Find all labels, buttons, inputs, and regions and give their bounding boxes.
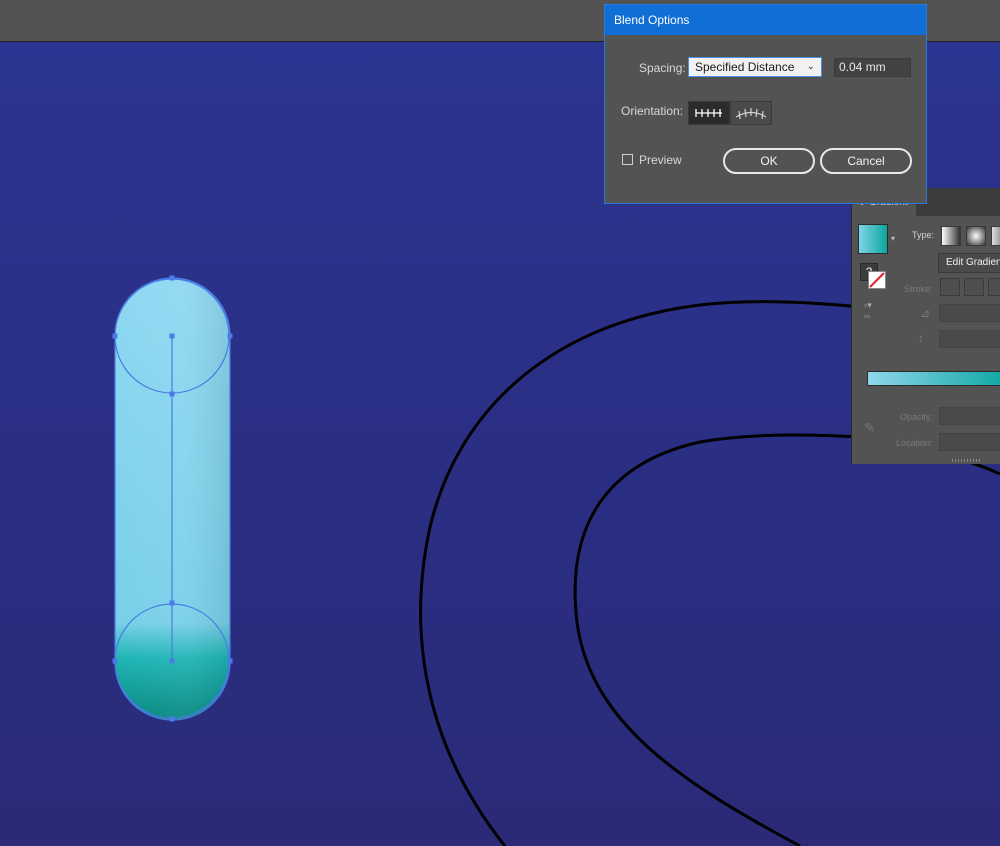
- distance-input[interactable]: 0.04 mm: [834, 58, 911, 77]
- outer-curve-path[interactable]: [419, 300, 861, 846]
- panel-resize-grip[interactable]: [952, 459, 982, 462]
- preview-checkbox[interactable]: [622, 154, 633, 165]
- blend-options-dialog: Blend Options Spacing: Specified Distanc…: [604, 4, 927, 204]
- ok-button[interactable]: OK: [723, 148, 815, 174]
- stroke-along-button[interactable]: [964, 278, 984, 296]
- preview-label: Preview: [639, 153, 682, 167]
- cancel-button[interactable]: Cancel: [820, 148, 912, 174]
- stroke-within-button[interactable]: [940, 278, 960, 296]
- eyedropper-icon[interactable]: ✎: [864, 420, 875, 436]
- dialog-title: Blend Options: [605, 5, 926, 35]
- location-label: Location:: [896, 438, 933, 448]
- gradient-swatch[interactable]: [858, 224, 888, 254]
- inner-curve-path[interactable]: [573, 433, 861, 846]
- aspect-ratio-icon: ↕: [918, 331, 924, 345]
- freeform-gradient-button[interactable]: [991, 226, 1000, 246]
- linear-gradient-button[interactable]: [941, 226, 961, 246]
- gradient-panel: ⌄ Gradient ▾ ? ▫▾▫▫ Type: Edit Gradient …: [851, 188, 1000, 464]
- chevron-down-icon: ⌄: [806, 61, 815, 72]
- gradient-on-stroke-icon[interactable]: ▫▾ ▫▫: [864, 300, 872, 321]
- swatch-dropdown-icon[interactable]: ▾: [891, 234, 895, 243]
- align-to-page-icon: [695, 109, 722, 117]
- align-to-path-icon: [735, 108, 767, 120]
- spacing-label: Spacing:: [639, 61, 686, 75]
- aspect-ratio-field[interactable]: [939, 330, 1000, 348]
- location-field[interactable]: [939, 433, 1000, 451]
- edit-gradient-button[interactable]: Edit Gradient: [938, 253, 1000, 273]
- angle-icon: ⊿: [920, 306, 931, 320]
- blend-capsule[interactable]: [112, 275, 233, 722]
- opacity-label: Opacity:: [900, 412, 934, 422]
- radial-gradient-button[interactable]: [966, 226, 986, 246]
- none-slash-icon: [869, 272, 885, 288]
- type-label: Type:: [912, 230, 935, 240]
- gradient-slider[interactable]: [867, 371, 1000, 386]
- spacing-dropdown[interactable]: Specified Distance ⌄: [688, 57, 822, 77]
- align-to-path-button[interactable]: [730, 101, 772, 125]
- align-to-page-button[interactable]: [688, 101, 730, 125]
- stroke-label: Stroke:: [904, 284, 933, 294]
- orientation-label: Orientation:: [621, 104, 684, 118]
- opacity-field[interactable]: [939, 407, 1000, 425]
- spacing-dropdown-value: Specified Distance: [695, 60, 795, 74]
- stroke-none-icon[interactable]: [868, 271, 886, 289]
- angle-field[interactable]: [939, 304, 1000, 322]
- stroke-across-button[interactable]: [988, 278, 1000, 296]
